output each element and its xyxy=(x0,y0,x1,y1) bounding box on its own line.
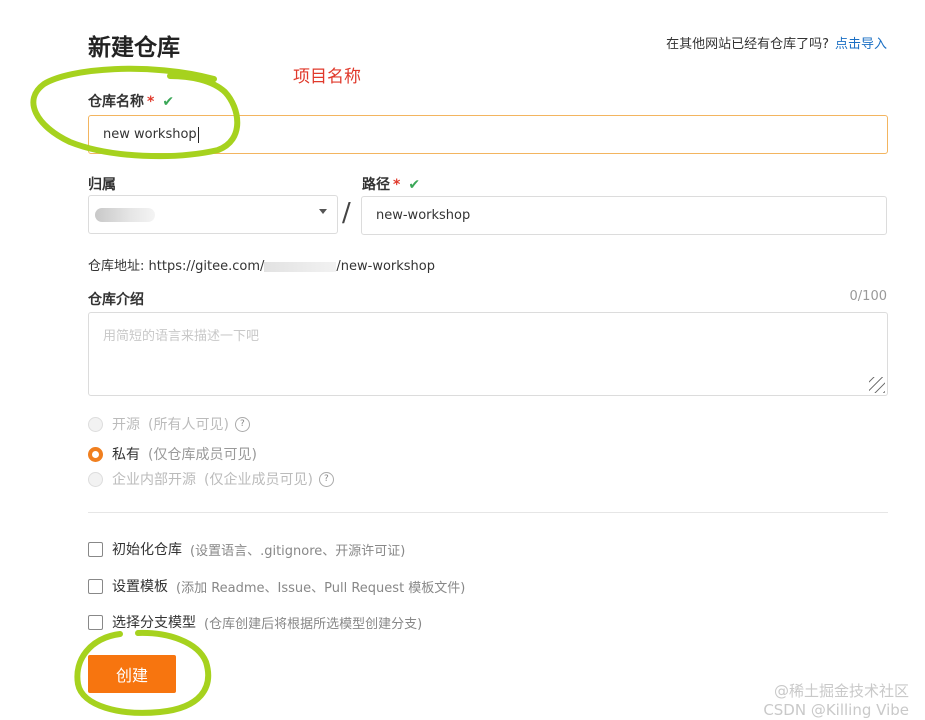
repo-url-label: 仓库地址: xyxy=(88,259,145,274)
checkbox-label: 初始化仓库 xyxy=(112,542,182,558)
description-textarea[interactable]: 用简短的语言来描述一下吧 xyxy=(88,312,888,396)
question-icon[interactable]: ? xyxy=(234,416,250,432)
repo-name-label: 仓库名称 * ✔ xyxy=(88,91,174,111)
radio-private[interactable]: 私有 (仅仓库成员可见) xyxy=(88,444,257,464)
required-mark: * xyxy=(393,177,401,193)
checkbox-branch-model[interactable]: 选择分支模型 (仓库创建后将根据所选模型创建分支) xyxy=(88,612,422,632)
radio-label: 开源 xyxy=(112,417,140,433)
checkbox-hint: (仓库创建后将根据所选模型创建分支) xyxy=(204,616,423,632)
chevron-down-icon xyxy=(319,209,327,214)
required-mark: * xyxy=(147,94,155,110)
path-label: 路径 * ✔ xyxy=(362,174,420,194)
annotation-note: 项目名称 xyxy=(293,67,361,87)
checkbox-icon xyxy=(88,578,103,594)
import-prompt: 在其他网站已经有仓库了吗? 点击导入 xyxy=(666,33,887,52)
text-caret xyxy=(197,126,199,143)
checkbox-hint: (添加 Readme、Issue、Pull Request 模板文件) xyxy=(176,580,466,596)
checkbox-init-repo[interactable]: 初始化仓库 (设置语言、.gitignore、开源许可证) xyxy=(88,539,405,559)
valid-check-icon: ✔ xyxy=(162,94,175,110)
repo-name-label-text: 仓库名称 xyxy=(88,94,144,110)
page-title: 新建仓库 xyxy=(88,35,180,61)
repo-url-prefix: https://gitee.com/ xyxy=(148,259,265,274)
radio-icon xyxy=(88,416,103,432)
create-button[interactable]: 创建 xyxy=(88,655,176,693)
path-separator: / xyxy=(342,198,351,228)
path-label-text: 路径 xyxy=(362,177,390,193)
checkbox-label: 选择分支模型 xyxy=(112,615,196,631)
watermark-line1: @稀土掘金技术社区 xyxy=(773,682,909,700)
radio-hint: (仅仓库成员可见) xyxy=(148,447,257,463)
radio-hint: (仅企业成员可见) xyxy=(204,472,313,488)
char-counter: 0/100 xyxy=(849,289,887,304)
question-icon[interactable]: ? xyxy=(318,471,334,487)
description-label: 仓库介绍 xyxy=(88,292,144,308)
divider xyxy=(88,512,888,513)
description-placeholder: 用简短的语言来描述一下吧 xyxy=(103,329,260,344)
radio-enterprise[interactable]: 企业内部开源 (仅企业成员可见) ? xyxy=(88,469,334,489)
repo-url: 仓库地址: https://gitee.com/ /new-workshop xyxy=(88,255,435,274)
repo-name-input[interactable]: new workshop xyxy=(88,115,888,154)
radio-selected-icon xyxy=(88,446,103,462)
checkbox-template[interactable]: 设置模板 (添加 Readme、Issue、Pull Request 模板文件) xyxy=(88,576,465,596)
import-link[interactable]: 点击导入 xyxy=(835,37,887,52)
watermark: @稀土掘金技术社区 CSDN @Killing Vibe xyxy=(763,682,909,720)
resize-handle-icon[interactable] xyxy=(869,377,885,393)
owner-select[interactable] xyxy=(88,195,338,234)
radio-label: 私有 xyxy=(112,447,140,463)
import-question: 在其他网站已经有仓库了吗? xyxy=(666,37,829,52)
radio-icon xyxy=(88,471,103,487)
owner-label: 归属 xyxy=(88,177,116,193)
redacted-username xyxy=(264,261,337,272)
radio-public[interactable]: 开源 (所有人可见) ? xyxy=(88,414,250,434)
path-input[interactable]: new-workshop xyxy=(361,196,887,235)
owner-avatar xyxy=(95,207,155,222)
valid-check-icon: ✔ xyxy=(408,177,421,193)
radio-label: 企业内部开源 xyxy=(112,472,196,488)
repo-url-suffix: /new-workshop xyxy=(336,259,435,274)
checkbox-icon xyxy=(88,614,103,630)
checkbox-hint: (设置语言、.gitignore、开源许可证) xyxy=(190,543,406,559)
radio-hint: (所有人可见) xyxy=(148,417,229,433)
repo-name-value: new workshop xyxy=(103,127,197,142)
checkbox-label: 设置模板 xyxy=(112,579,168,595)
watermark-line2: CSDN @Killing Vibe xyxy=(763,701,909,719)
path-value: new-workshop xyxy=(376,208,471,223)
checkbox-icon xyxy=(88,541,103,557)
